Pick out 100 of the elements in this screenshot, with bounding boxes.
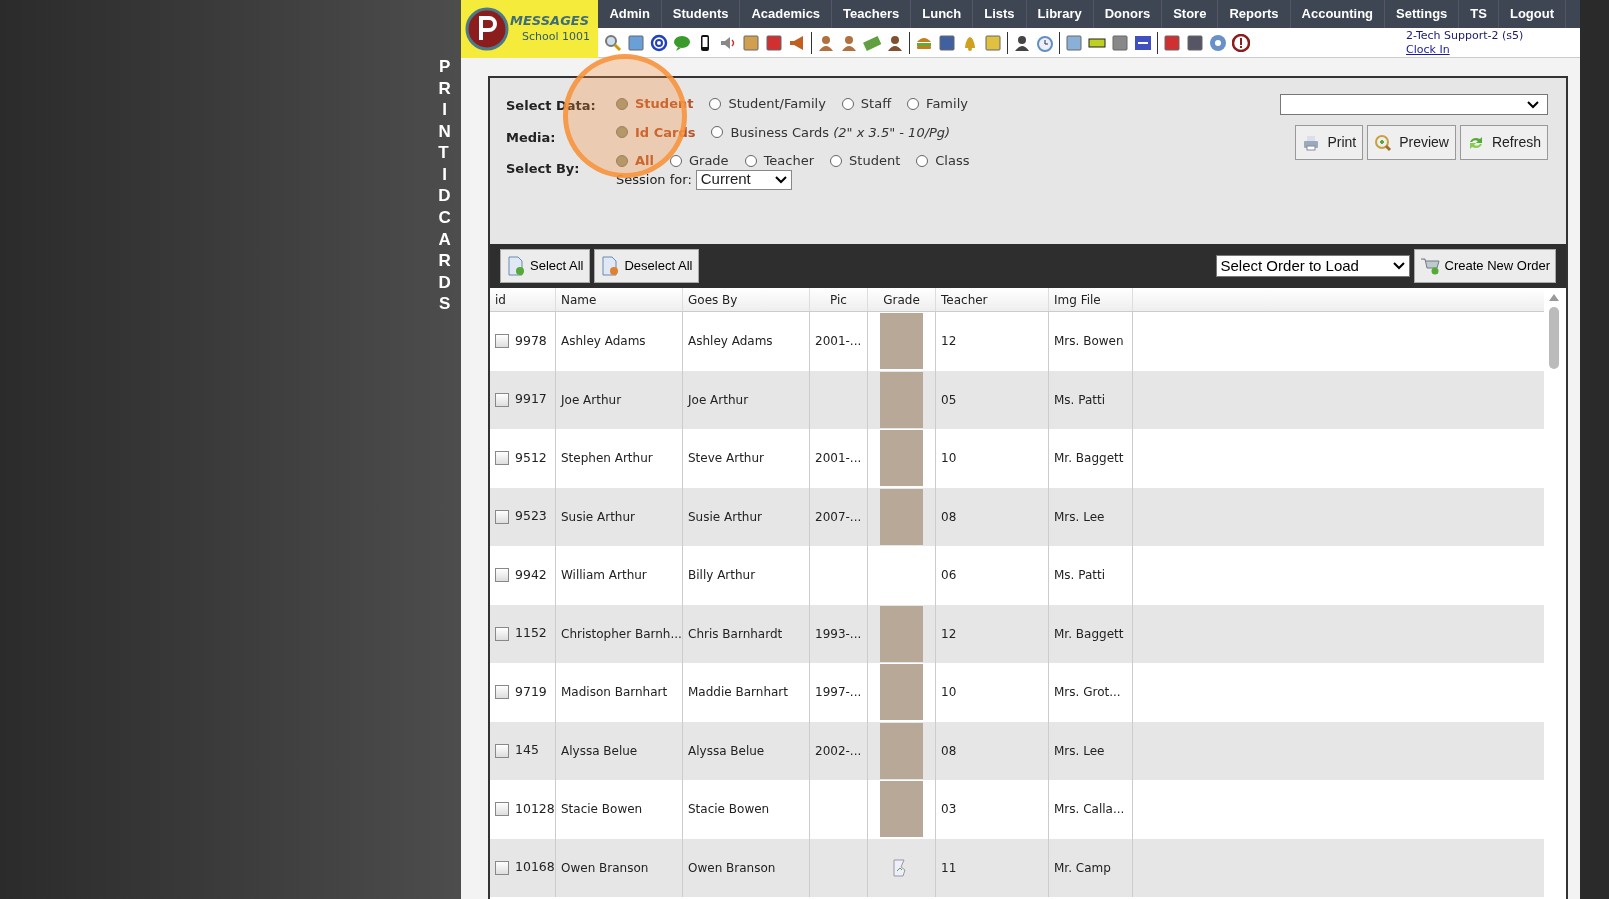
radio-option[interactable]: Student/Family: [709, 94, 826, 114]
grade-cell: 06: [936, 546, 1049, 605]
column-header[interactable]: Pic: [810, 288, 868, 311]
nav-tab[interactable]: Store: [1162, 0, 1219, 28]
session-label: Session for:: [616, 170, 692, 189]
row-checkbox[interactable]: [495, 802, 509, 817]
nav-tab[interactable]: Reports: [1218, 0, 1291, 28]
goes-by-name: Stacie Bowen: [683, 780, 810, 839]
people-icon[interactable]: [886, 33, 905, 52]
radio-button[interactable]: [670, 154, 682, 167]
radio-button[interactable]: [616, 154, 628, 167]
logo[interactable]: MESSAGES School 1001: [461, 0, 599, 58]
nav-tab[interactable]: Admin: [598, 0, 662, 28]
row-checkbox[interactable]: [495, 626, 509, 641]
refresh-button[interactable]: Refresh: [1459, 125, 1548, 160]
school-name: School 1001: [521, 28, 590, 45]
radio-option[interactable]: Class: [916, 151, 970, 171]
row-id: 10168: [515, 858, 555, 877]
column-header[interactable]: Img File: [1049, 288, 1133, 311]
radio-button[interactable]: [616, 97, 628, 110]
row-id: 145: [515, 741, 539, 760]
alert-icon[interactable]: [1232, 33, 1251, 52]
order-dropdown[interactable]: Select Order to Load: [1215, 255, 1410, 277]
row-id: 9523: [515, 507, 547, 526]
nav-tab[interactable]: Logout: [1498, 0, 1566, 28]
chat-bubble-icon[interactable]: [673, 33, 692, 52]
create-new-order-button[interactable]: Create New Order: [1413, 249, 1556, 283]
teacher-name: Mr. Camp: [1049, 838, 1133, 897]
deselect-all-button[interactable]: Deselect All: [594, 249, 700, 283]
student-name: Stacie Bowen: [556, 780, 683, 839]
select-data-label: Select Data:: [506, 97, 597, 115]
chevron-down-icon: [1527, 100, 1539, 109]
pic-date: 1997-...: [810, 663, 868, 722]
radio-option[interactable]: Grade: [670, 151, 729, 171]
student-name: Madison Barnhart: [556, 663, 683, 722]
column-header[interactable]: Teacher: [936, 288, 1049, 311]
radio-option[interactable]: Staff: [841, 94, 892, 114]
teacher-name: Mrs. Bowen: [1049, 312, 1133, 371]
row-checkbox[interactable]: [495, 392, 509, 407]
row-checkbox[interactable]: [495, 568, 509, 583]
pic-date: 2001-...: [810, 429, 868, 488]
student-name: William Arthur: [556, 546, 683, 605]
goes-by-name: Owen Branson: [683, 838, 810, 897]
radio-button[interactable]: [711, 126, 724, 139]
radio-option[interactable]: Family: [907, 94, 968, 114]
column-header[interactable]: Goes By: [683, 288, 810, 311]
photo-placeholder: [880, 371, 923, 428]
clock-in-link[interactable]: Clock In: [1406, 42, 1566, 57]
session-dropdown[interactable]: Current: [695, 169, 792, 190]
magnifier-icon: [1374, 133, 1393, 152]
select-by-label: Select By:: [506, 160, 581, 178]
nav-tab[interactable]: Lists: [973, 0, 1027, 28]
column-header[interactable]: Name: [556, 288, 683, 311]
grade-cell: 11: [936, 838, 1049, 897]
radio-button[interactable]: [907, 97, 920, 110]
radio-button[interactable]: [709, 97, 722, 110]
column-header[interactable]: id: [490, 288, 556, 311]
teacher-name: Ms. Patti: [1049, 546, 1133, 605]
radio-button[interactable]: [830, 154, 843, 167]
scroll-up-icon[interactable]: [1549, 294, 1559, 301]
nav-tab[interactable]: Donors: [1093, 0, 1163, 28]
student-name: Owen Branson: [556, 838, 683, 897]
radio-button[interactable]: [616, 126, 628, 139]
row-checkbox[interactable]: [495, 334, 509, 349]
grade-cell: 12: [936, 312, 1049, 371]
row-checkbox[interactable]: [495, 685, 509, 700]
photo-placeholder: [880, 488, 923, 545]
radio-button[interactable]: [916, 154, 929, 167]
select-all-button[interactable]: Select All: [500, 249, 591, 283]
row-checkbox[interactable]: [495, 509, 509, 524]
nav-tab[interactable]: Lunch: [911, 0, 974, 28]
row-checkbox[interactable]: [495, 451, 509, 466]
cart-icon: [1419, 257, 1440, 275]
nav-tab[interactable]: Accounting: [1290, 0, 1386, 28]
row-id: 9942: [515, 565, 547, 584]
nav-tab[interactable]: Academics: [740, 0, 833, 28]
row-id: 9917: [515, 390, 547, 409]
preview-button[interactable]: Preview: [1367, 125, 1456, 160]
radio-option[interactable]: Teacher: [744, 151, 815, 171]
document-add-icon: [507, 256, 525, 276]
row-checkbox[interactable]: [495, 743, 509, 758]
row-checkbox[interactable]: [495, 860, 509, 875]
scrollbar-thumb[interactable]: [1549, 307, 1559, 369]
photo-placeholder: [880, 605, 923, 662]
nav-tab[interactable]: Settings: [1385, 0, 1460, 28]
search-icon[interactable]: [604, 33, 623, 52]
nav-tab[interactable]: Teachers: [832, 0, 912, 28]
radio-option[interactable]: Student: [830, 151, 901, 171]
radio-button[interactable]: [744, 154, 757, 167]
nav-tab[interactable]: Library: [1026, 0, 1094, 28]
nav-tab[interactable]: TS: [1459, 0, 1499, 28]
row-id: 9978: [515, 331, 547, 350]
radio-option[interactable]: Business Cards (2" x 3.5" - 10/Pg): [711, 122, 951, 142]
logo-text: MESSAGES: [510, 12, 590, 29]
print-button[interactable]: Print: [1295, 125, 1364, 160]
template-dropdown[interactable]: [1280, 94, 1548, 115]
column-header[interactable]: Grade: [868, 288, 936, 311]
person-icon[interactable]: [1013, 33, 1032, 52]
radio-button[interactable]: [841, 97, 854, 110]
nav-tab[interactable]: Students: [661, 0, 741, 28]
